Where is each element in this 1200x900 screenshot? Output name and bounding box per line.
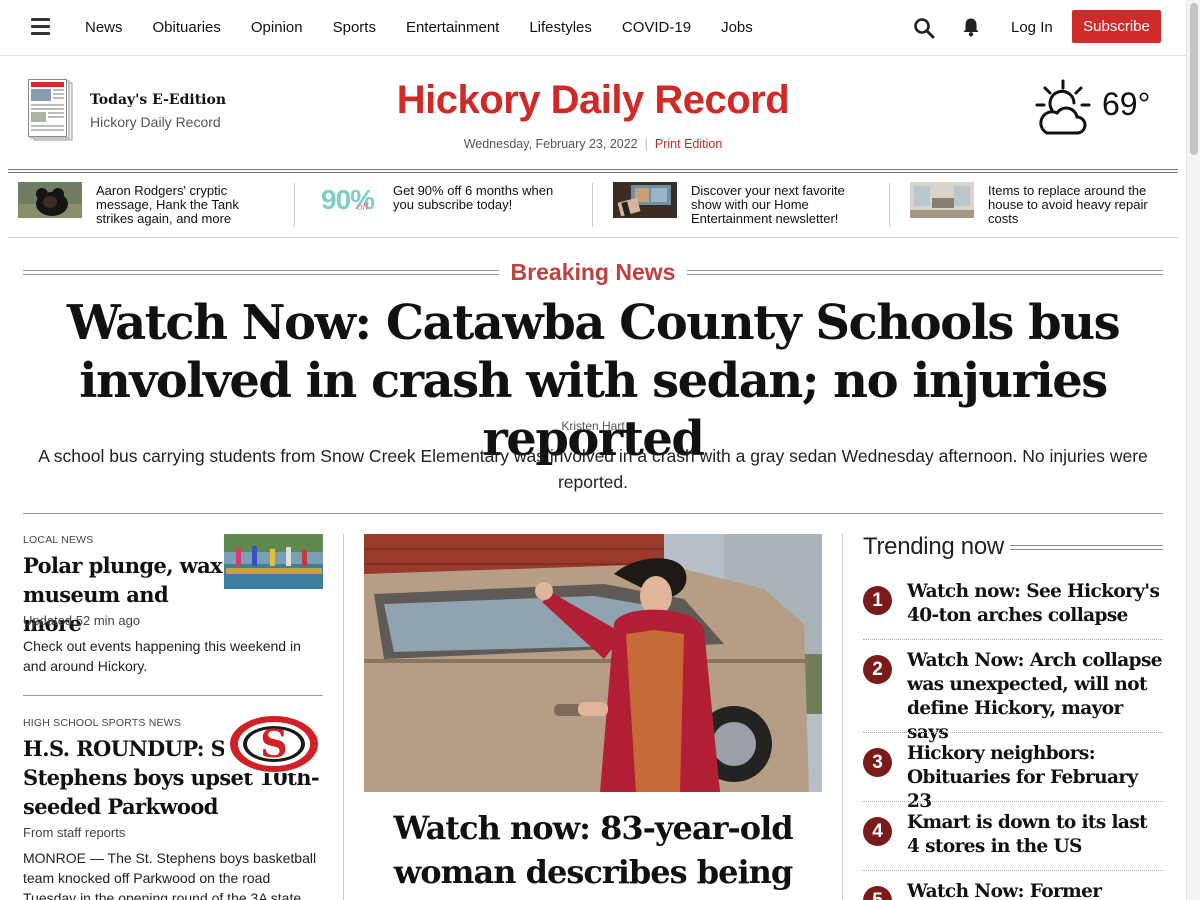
top-navigation-bar: News Obituaries Opinion Sports Entertain… [0,0,1186,56]
st-stephens-logo[interactable]: S [224,715,323,773]
featured-story-photo[interactable] [364,534,822,792]
partly-cloudy-sun-icon[interactable] [1033,79,1093,137]
nav-item-news[interactable]: News [85,19,123,36]
section-rule [23,513,1163,514]
lead-summary: A school bus carrying students from Snow… [38,446,1148,492]
trending-item[interactable]: 5 Watch Now: Former [863,880,1163,900]
nav-item-obituaries[interactable]: Obituaries [153,19,221,36]
login-link[interactable]: Log In [1011,19,1053,36]
masthead-rule [8,169,1178,173]
print-edition-link[interactable]: Print Edition [655,137,722,151]
trending-item[interactable]: 3 Hickory neighbors: Obituaries for Febr… [863,742,1163,812]
story-kicker[interactable]: HIGH SCHOOL SPORTS NEWS [23,717,181,729]
trending-rank: 4 [863,817,892,846]
trending-rank: 5 [863,886,892,900]
trending-headline[interactable]: Watch Now: Former [907,880,1163,900]
promo-text[interactable]: Get 90% off 6 months when you subscribe … [393,184,575,212]
featured-story-headline[interactable]: Watch now: 83-year-old woman describes b… [380,806,806,894]
90-percent-off-graphic: 90% off [315,182,379,218]
trending-title: Trending now [863,533,1004,560]
story-timestamp: Updated 52 min ago [23,613,141,628]
bear-photo [18,182,82,218]
promo-divider [294,183,295,227]
promo-text[interactable]: Items to replace around the house to avo… [988,184,1170,226]
column-divider [343,534,344,900]
left-column-divider [23,695,323,696]
promo-strip-rule [8,237,1178,238]
site-logo[interactable]: Hickory Daily Record [0,78,1186,123]
trending-divider [863,801,1163,802]
column-divider [842,534,843,900]
logo-letter: S [260,721,287,766]
trending-headline[interactable]: Watch now: See Hickory's 40-ton arches c… [907,580,1163,628]
current-date: Wednesday, February 23, 2022 [463,137,638,151]
story-summary: Check out events happening this weekend … [23,638,301,674]
trending-rank: 1 [863,586,892,615]
polar-plunge-photo[interactable] [224,534,323,589]
nav-item-entertainment[interactable]: Entertainment [406,19,499,36]
lead-headline[interactable]: Watch Now: Catawba County Schools bus in… [23,294,1163,468]
temperature[interactable]: 69° [1102,86,1150,123]
story-summary: MONROE — The St. Stephens boys basketbal… [23,850,317,900]
promo-text[interactable]: Discover your next favorite show with ou… [691,184,873,226]
dateline-separator: | [644,137,648,151]
trending-headline[interactable]: Kmart is down to its last 4 stores in th… [907,811,1163,859]
promo-item[interactable]: Items to replace around the house to avo… [910,182,1170,226]
trending-item[interactable]: 4 Kmart is down to its last 4 stores in … [863,811,1163,869]
tv-remote-photo [613,182,677,218]
trending-rank: 3 [863,748,892,777]
nav-item-opinion[interactable]: Opinion [251,19,303,36]
trending-rule [1010,545,1163,550]
search-icon[interactable] [913,17,935,39]
dateline: Wednesday, February 23, 2022 | Print Editi… [0,137,1186,151]
nav-item-covid-19[interactable]: COVID-19 [622,19,691,36]
trending-divider [863,639,1163,640]
promo-item[interactable]: 90% off Get 90% off 6 months when you su… [315,182,575,226]
trending-divider [863,870,1163,871]
trending-divider [863,732,1163,733]
trending-headline[interactable]: Hickory neighbors: Obituaries for Februa… [907,742,1163,814]
breaking-news-banner: Breaking News [23,259,1163,287]
promo-badge-sub: off [357,202,369,213]
menu-icon[interactable] [31,18,50,35]
promo-text[interactable]: Aaron Rodgers' cryptic message, Hank the… [96,184,278,226]
promo-item[interactable]: Discover your next favorite show with ou… [613,182,873,226]
nav-item-jobs[interactable]: Jobs [721,19,753,36]
living-room-photo [910,182,974,218]
nav-item-lifestyles[interactable]: Lifestyles [529,19,592,36]
trending-item[interactable]: 2 Watch Now: Arch collapse was unexpecte… [863,649,1163,743]
promo-divider [889,183,890,227]
section-nav: News Obituaries Opinion Sports Entertain… [85,19,783,36]
nav-item-sports[interactable]: Sports [333,19,376,36]
trending-item[interactable]: 1 Watch now: See Hickory's 40-ton arches… [863,580,1163,638]
bell-icon[interactable] [962,17,980,37]
story-byline: From staff reports [23,825,126,840]
promo-divider [592,183,593,227]
promo-item[interactable]: Aaron Rodgers' cryptic message, Hank the… [18,182,278,226]
story-kicker[interactable]: LOCAL NEWS [23,534,93,546]
breaking-news-label: Breaking News [510,259,676,285]
page-scrollbar[interactable] [1186,0,1200,900]
subscribe-button[interactable]: Subscribe [1072,10,1161,43]
scrollbar-thumb[interactable] [1190,3,1198,155]
trending-rank: 2 [863,655,892,684]
lead-byline[interactable]: Kristen Hart [0,419,1186,433]
trending-headline[interactable]: Watch Now: Arch collapse was unexpected,… [907,649,1163,745]
